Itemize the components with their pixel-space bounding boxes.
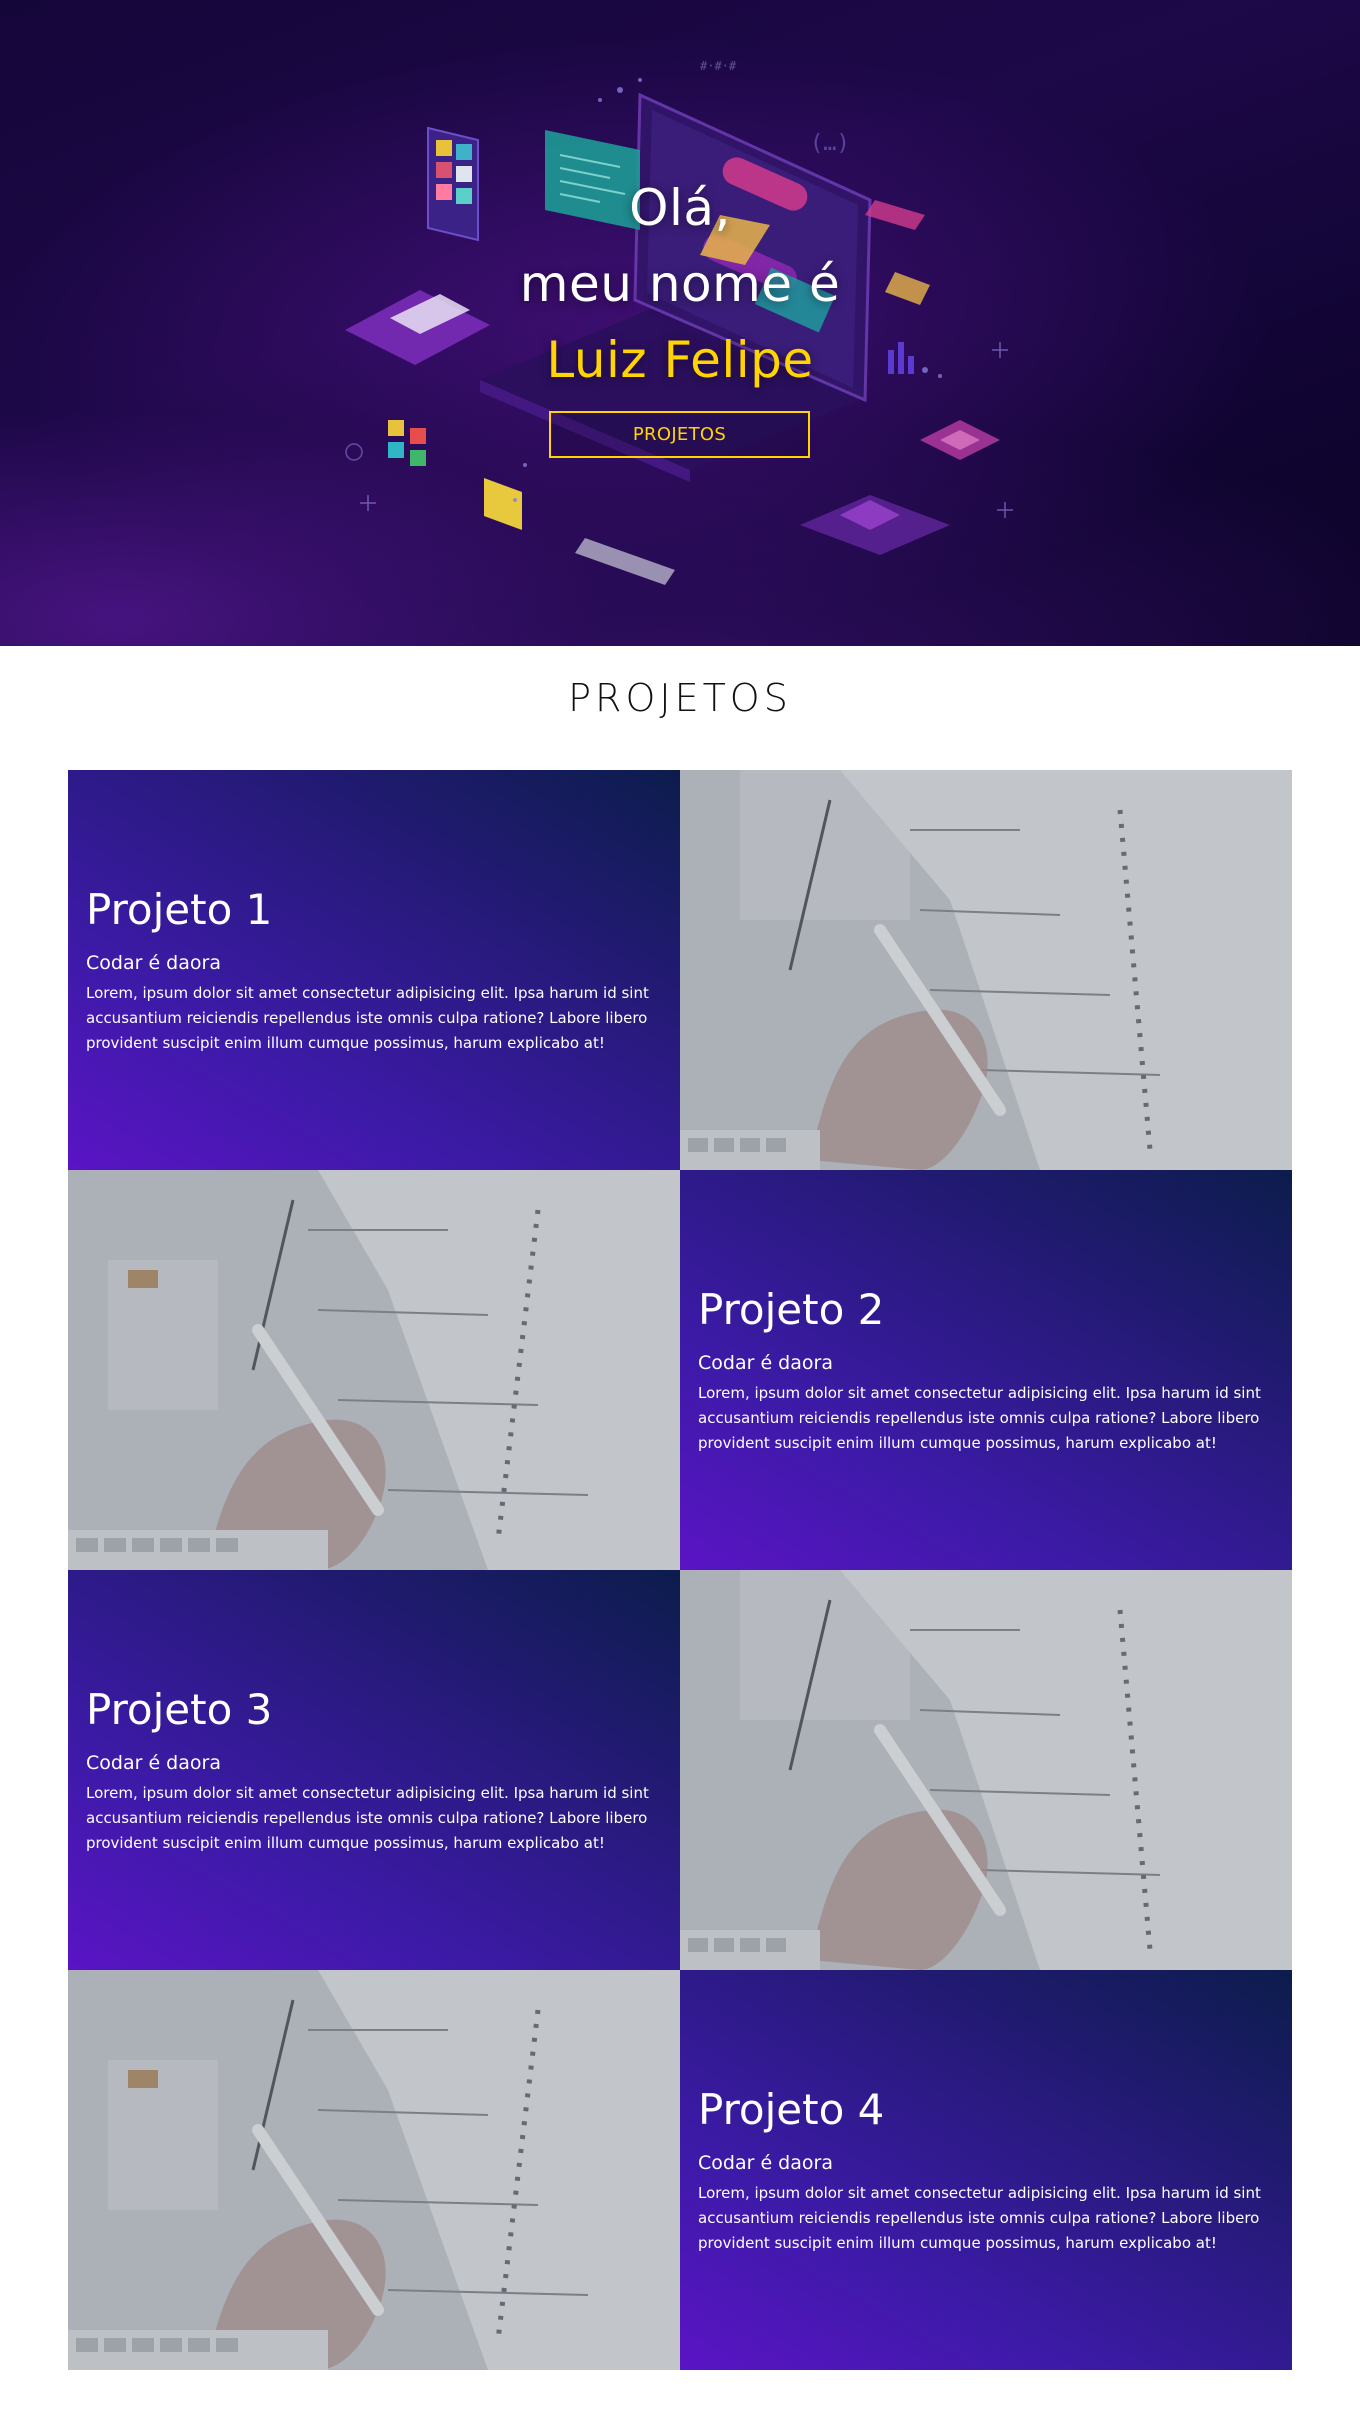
image-overlay [68, 1170, 680, 1570]
project-subtitle: Codar é daora [86, 1751, 221, 1774]
project-image-3[interactable] [680, 1570, 1292, 1970]
hero-greeting: Olá, meu nome é Luiz Felipe [0, 170, 1360, 398]
projects-button[interactable]: PROJETOS [549, 411, 810, 458]
svg-text:(…): (…) [810, 131, 850, 156]
project-image-4[interactable] [68, 1970, 680, 2370]
project-card-4[interactable]: Projeto 4 Codar é daora Lorem, ipsum dol… [680, 1970, 1292, 2370]
project-subtitle: Codar é daora [698, 1351, 833, 1374]
project-image-2[interactable] [68, 1170, 680, 1570]
image-overlay [680, 770, 1292, 1170]
project-description: Lorem, ipsum dolor sit amet consectetur … [86, 983, 649, 1052]
hero-section: (…) #·#·# Olá, meu nome é Luiz Felipe PR… [0, 0, 1360, 646]
hero-line-intro: meu nome é [519, 255, 841, 313]
svg-text:#·#·#: #·#·# [700, 59, 737, 73]
image-overlay [680, 1570, 1292, 1970]
project-subtitle: Codar é daora [698, 2151, 833, 2174]
project-title: Projeto 4 [698, 2084, 885, 2134]
project-card-3[interactable]: Projeto 3 Codar é daora Lorem, ipsum dol… [68, 1570, 680, 1970]
project-title: Projeto 1 [86, 884, 273, 934]
project-subtitle: Codar é daora [86, 951, 221, 974]
hero-name: Luiz Felipe [546, 331, 814, 389]
hero-line-greeting: Olá, [629, 179, 731, 237]
project-title: Projeto 2 [698, 1284, 885, 1334]
projects-section-title: PROJETOS [568, 676, 792, 720]
image-overlay [68, 1970, 680, 2370]
project-card-1[interactable]: Projeto 1 Codar é daora Lorem, ipsum dol… [68, 770, 680, 1170]
project-image-1[interactable] [680, 770, 1292, 1170]
project-description: Lorem, ipsum dolor sit amet consectetur … [698, 2183, 1261, 2252]
project-title: Projeto 3 [86, 1684, 273, 1734]
project-card-2[interactable]: Projeto 2 Codar é daora Lorem, ipsum dol… [680, 1170, 1292, 1570]
projects-grid: Projeto 1 Codar é daora Lorem, ipsum dol… [68, 770, 1292, 2370]
project-description: Lorem, ipsum dolor sit amet consectetur … [86, 1783, 649, 1852]
project-description: Lorem, ipsum dolor sit amet consectetur … [698, 1383, 1261, 1452]
